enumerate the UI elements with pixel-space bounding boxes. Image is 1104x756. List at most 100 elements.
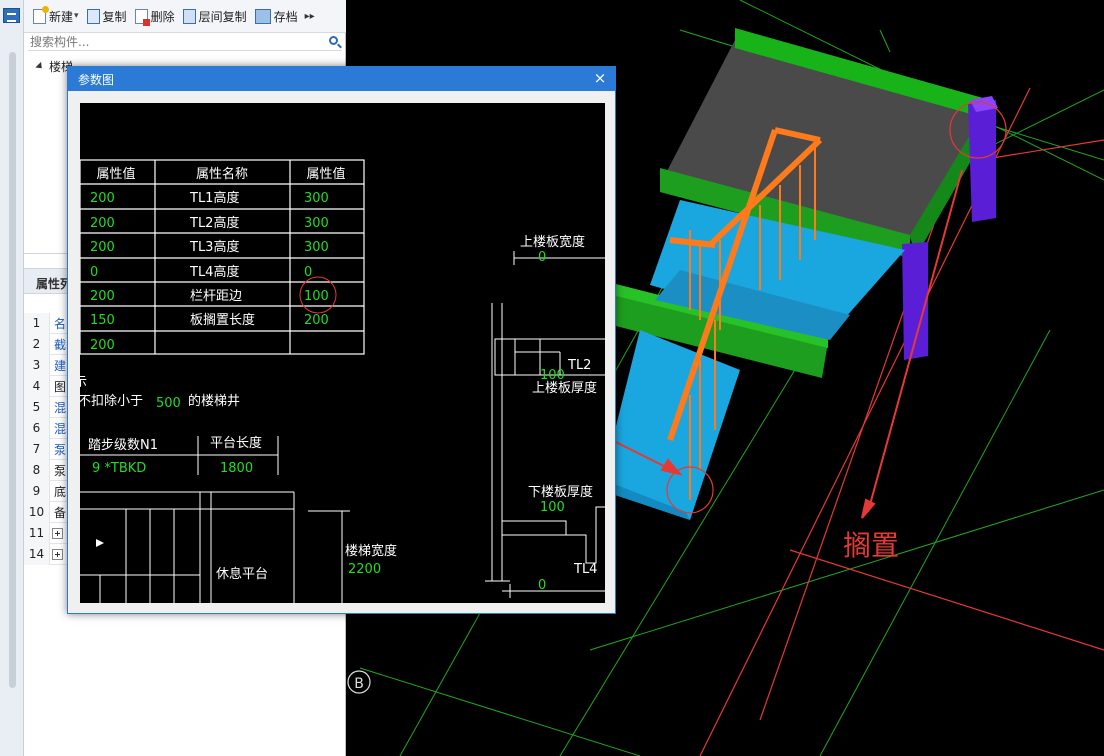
- stair-width-label: 楼梯宽度: [345, 543, 397, 559]
- table-cell-value[interactable]: 0: [304, 265, 312, 280]
- table-cell-value[interactable]: 200: [90, 289, 115, 304]
- row-number: 8: [24, 459, 50, 481]
- table-cell-value[interactable]: 200: [90, 216, 115, 231]
- property-name: 泵: [54, 463, 67, 478]
- row-number: 7: [24, 438, 50, 460]
- toolbar-overflow-icon[interactable]: ▸▸: [305, 11, 315, 22]
- stair-well-prefix: 不扣除小于: [80, 394, 143, 409]
- table-cell-value[interactable]: 300: [304, 191, 329, 206]
- expand-plus-icon[interactable]: [52, 527, 63, 539]
- clipped-text: 示: [80, 375, 87, 390]
- stair-well-value[interactable]: 500: [156, 396, 181, 411]
- property-name: 混: [54, 400, 67, 415]
- upper-slab-width-value[interactable]: 0: [538, 250, 546, 265]
- upper-slab-thick-label: 上楼板厚度: [532, 380, 597, 396]
- expand-plus-icon[interactable]: [52, 548, 63, 560]
- table-cell-value[interactable]: 200: [90, 240, 115, 255]
- delete-button[interactable]: 删除: [132, 5, 178, 27]
- table-cell-name: TL4高度: [189, 264, 239, 280]
- tl2-label: TL2: [567, 358, 591, 373]
- table-cell-value[interactable]: 200: [304, 313, 329, 328]
- parameter-table-rows: 200 TL1高度 300 200 TL2高度 300 200 TL3高度 30…: [90, 190, 329, 353]
- parameter-diagram-dialog: 参数图 × 属性值 属性名称 属性值 200 TL1高度 300 200 TL2…: [67, 66, 616, 614]
- vertical-scrollbar[interactable]: [9, 52, 16, 688]
- table-cell-value[interactable]: 150: [90, 313, 115, 328]
- row-number: 1: [24, 312, 50, 334]
- delete-label: 删除: [150, 9, 175, 24]
- row-number: 14: [24, 543, 50, 565]
- lower-flight: [600, 330, 740, 520]
- row-number: 4: [24, 375, 50, 397]
- table-cell-value[interactable]: 300: [304, 240, 329, 255]
- table-header: 属性值: [306, 166, 345, 182]
- table-cell-value[interactable]: 100: [304, 289, 329, 304]
- copy-icon: [86, 8, 100, 24]
- parameter-table-headers: 属性值 属性名称 属性值: [96, 166, 345, 182]
- annotation-label: 搁置: [843, 529, 899, 562]
- new-icon: [33, 5, 49, 24]
- save-button[interactable]: 存档: [252, 5, 301, 27]
- lower-slab-thick-value[interactable]: 100: [540, 500, 565, 515]
- left-icon-strip: [0, 0, 24, 756]
- save-icon: [254, 8, 271, 24]
- row-number: 9: [24, 480, 50, 502]
- axis-label: B: [354, 676, 364, 692]
- chevron-down-icon[interactable]: ▾: [74, 11, 79, 21]
- platform-length-value[interactable]: 1800: [220, 461, 253, 476]
- table-header: 属性值: [96, 166, 135, 182]
- search-icon[interactable]: [329, 36, 338, 45]
- new-button[interactable]: 新建 ▾: [30, 5, 82, 27]
- table-cell-name: 板搁置长度: [190, 312, 255, 328]
- table-cell-value[interactable]: 200: [90, 191, 115, 206]
- section-drawing-lines: [485, 251, 605, 598]
- table-cell-value[interactable]: 0: [90, 265, 98, 280]
- property-name: 图: [54, 379, 67, 394]
- floor-copy-label: 层间复制: [198, 9, 247, 24]
- parameter-diagram-canvas: 属性值 属性名称 属性值 200 TL1高度 300 200 TL2高度 300…: [80, 103, 605, 603]
- tl4-label: TL4: [573, 562, 597, 577]
- dialog-title-bar[interactable]: 参数图 ×: [68, 67, 615, 91]
- property-name: 建: [54, 358, 67, 373]
- table-cell-name: TL1高度: [189, 190, 239, 206]
- property-name: 名: [54, 316, 67, 331]
- table-cell-name: 栏杆距边: [190, 289, 242, 304]
- table-header: 属性名称: [196, 166, 248, 182]
- row-number: 11: [24, 522, 50, 544]
- bottom-value[interactable]: 0: [538, 578, 546, 593]
- copy-button[interactable]: 复制: [84, 5, 130, 27]
- row-number: 3: [24, 354, 50, 376]
- expand-arrow-icon[interactable]: [35, 61, 45, 72]
- property-name: 截: [54, 337, 67, 352]
- floor-copy-icon: [182, 8, 196, 24]
- rest-platform-label: 休息平台: [216, 566, 268, 582]
- row-number: 5: [24, 396, 50, 418]
- delete-icon: [134, 8, 150, 26]
- lower-slab-thick-label: 下楼板厚度: [528, 484, 593, 500]
- row-number: 2: [24, 333, 50, 355]
- table-cell-value[interactable]: 200: [90, 338, 115, 353]
- property-name: 泵: [54, 442, 67, 457]
- property-name: 备: [54, 505, 67, 520]
- row-number: 10: [24, 501, 50, 523]
- steps-value[interactable]: 9 *TBKD: [92, 461, 146, 476]
- app-menu-icon[interactable]: [3, 8, 20, 23]
- platform-length-label: 平台长度: [210, 435, 262, 451]
- component-toolbar: 新建 ▾ 复制 删除 层间复制 存档 ▸▸: [24, 0, 346, 33]
- stair-well-suffix: 的楼梯井: [188, 393, 240, 409]
- cad-drawing: 属性值 属性名称 属性值 200 TL1高度 300 200 TL2高度 300…: [80, 159, 605, 603]
- table-cell-value[interactable]: 300: [304, 216, 329, 231]
- copy-label: 复制: [102, 9, 127, 24]
- table-cell-name: TL3高度: [189, 239, 239, 255]
- stair-width-value[interactable]: 2200: [348, 562, 381, 577]
- floor-copy-button[interactable]: 层间复制: [180, 5, 250, 27]
- upper-slab-width-label: 上楼板宽度: [520, 234, 585, 250]
- table-cell-name: TL2高度: [189, 215, 239, 231]
- search-box: [28, 33, 342, 51]
- save-label: 存档: [273, 9, 298, 24]
- search-input[interactable]: [28, 33, 316, 50]
- property-name: 底: [54, 484, 67, 499]
- close-button[interactable]: ×: [591, 69, 609, 87]
- steps-label: 踏步级数N1: [88, 438, 158, 453]
- direction-arrow-icon: [96, 539, 104, 547]
- row-number: 6: [24, 417, 50, 439]
